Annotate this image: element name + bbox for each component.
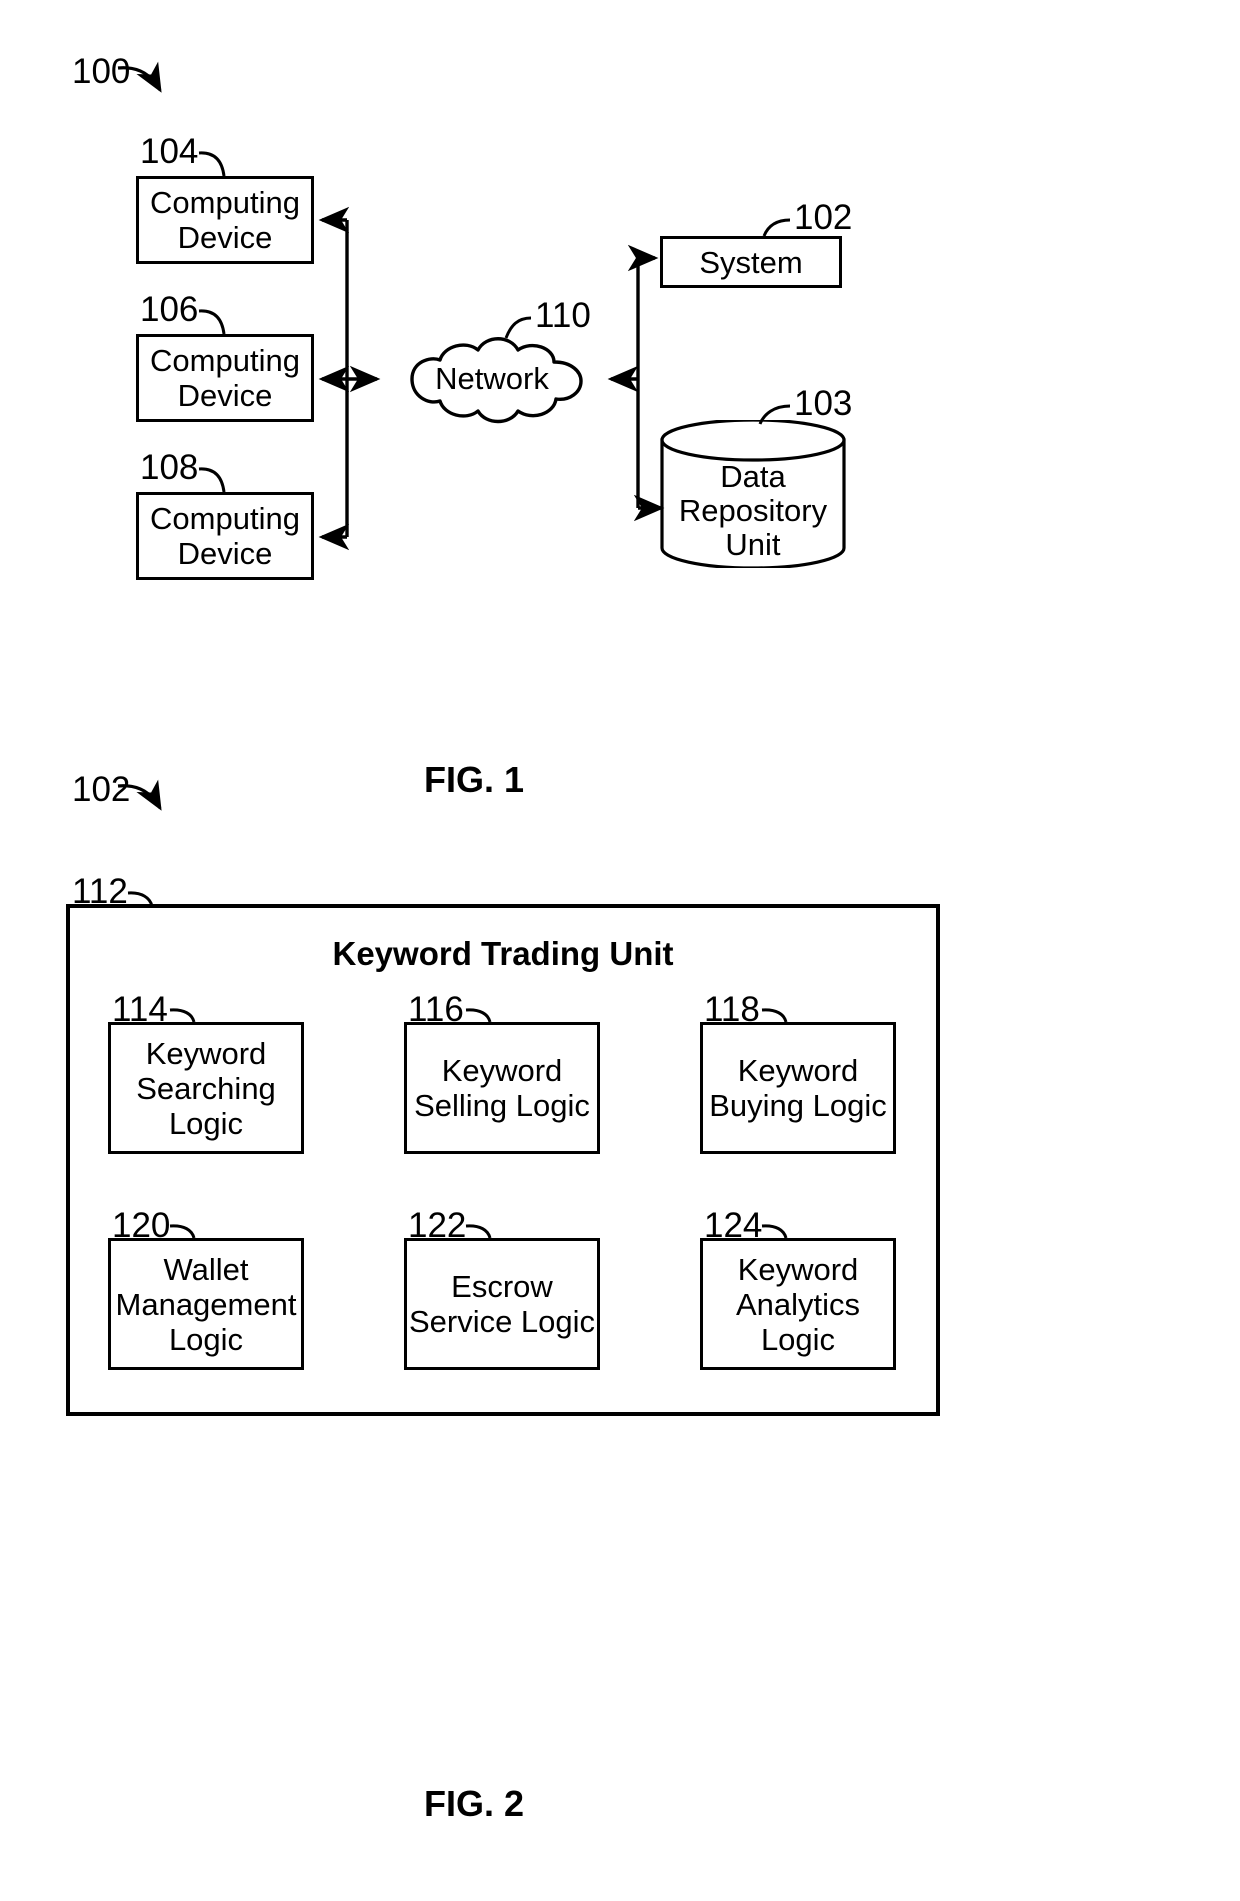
escrow-service-logic-label: Escrow Service Logic [408,1269,596,1339]
patent-figure-page: 100 104 Computing Device 106 Computing D… [0,0,1240,1901]
figure2-caption: FIG. 2 [424,1783,525,1824]
wallet-management-logic-box: Wallet Management Logic [108,1238,304,1370]
system-label: System [699,244,803,280]
computing-device-108-box: Computing Device [136,492,314,580]
keyword-trading-unit-title: Keyword Trading Unit [332,935,674,972]
computing-device-106-label: Computing Device [150,343,300,413]
numeral-106: 106 [140,290,199,329]
keyword-selling-logic-label: Keyword Selling Logic [414,1053,590,1123]
network-cloud: Network [382,326,602,432]
computing-device-104-box: Computing Device [136,176,314,264]
numeral-103: 103 [794,384,853,423]
numeral-104: 104 [140,132,199,171]
computing-device-106-box: Computing Device [136,334,314,422]
keyword-buying-logic-box: Keyword Buying Logic [700,1022,896,1154]
keyword-buying-logic-label: Keyword Buying Logic [709,1053,887,1123]
escrow-service-logic-box: Escrow Service Logic [404,1238,600,1370]
keyword-analytics-logic-box: Keyword Analytics Logic [700,1238,896,1370]
keyword-searching-logic-label: Keyword Searching Logic [136,1035,276,1141]
computing-device-104-label: Computing Device [150,185,300,255]
system-box: System [660,236,842,288]
network-label: Network [435,361,549,396]
data-repository-label: Data Repository Unit [678,459,828,562]
numeral-102-figure1: 102 [794,198,853,237]
wallet-management-logic-label: Wallet Management Logic [115,1251,297,1357]
keyword-analytics-logic-label: Keyword Analytics Logic [735,1251,861,1357]
computing-device-108-label: Computing Device [150,501,300,571]
data-repository-cylinder: Data Repository Unit [658,418,848,570]
keyword-searching-logic-box: Keyword Searching Logic [108,1022,304,1154]
figure1-caption: FIG. 1 [424,759,525,800]
figure2-system-numeral: 102 [72,770,131,809]
numeral-108: 108 [140,448,199,487]
keyword-selling-logic-box: Keyword Selling Logic [404,1022,600,1154]
figure1-system-numeral: 100 [72,52,131,91]
